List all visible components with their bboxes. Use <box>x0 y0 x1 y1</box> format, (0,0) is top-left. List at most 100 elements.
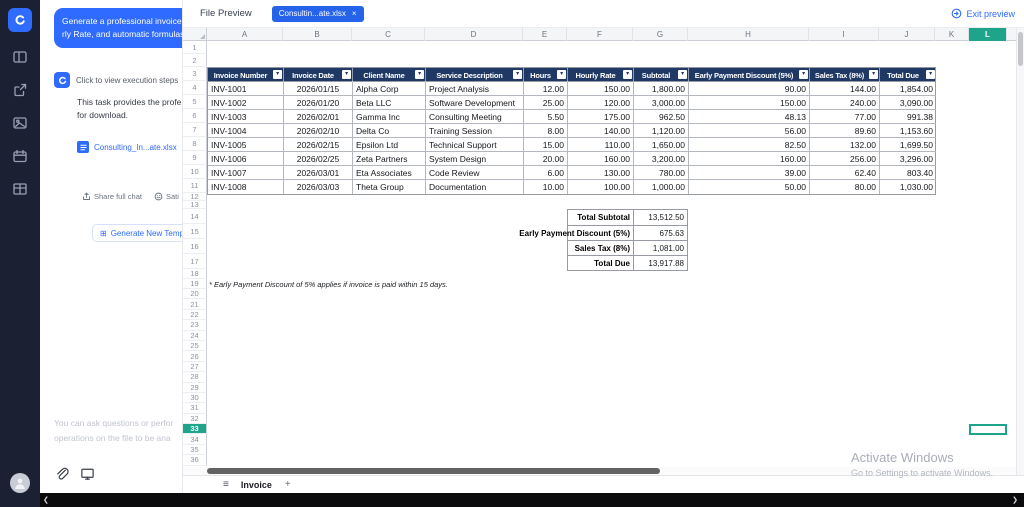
chat-input[interactable]: You can ask questions or perfor operatio… <box>54 416 183 446</box>
user-avatar[interactable] <box>10 473 30 493</box>
row-header-13[interactable]: 13 <box>183 201 207 209</box>
cell[interactable]: 2026/03/03 <box>284 180 353 194</box>
cell[interactable]: 144.00 <box>810 82 880 96</box>
row-header-19[interactable]: 19 <box>183 279 207 289</box>
cell[interactable]: System Design <box>426 152 524 166</box>
cell[interactable]: Project Analysis <box>426 82 524 96</box>
cell[interactable]: 90.00 <box>689 82 810 96</box>
row-header-26[interactable]: 26 <box>183 351 207 361</box>
cell[interactable]: 5.50 <box>524 110 568 124</box>
horizontal-scrollbar-thumb[interactable] <box>207 468 660 474</box>
sheet-list-icon[interactable]: ≡ <box>223 479 229 490</box>
summary-value[interactable]: 675.63 <box>633 226 687 240</box>
row-header-27[interactable]: 27 <box>183 362 207 372</box>
summary-label[interactable]: Total Subtotal <box>568 210 633 225</box>
column-header-cell[interactable]: Hours▾ <box>524 68 568 82</box>
generate-new-template-button[interactable]: ⊞ Generate New Templ <box>92 224 183 242</box>
cell[interactable]: Zeta Partners <box>353 152 426 166</box>
filter-dropdown-icon[interactable]: ▾ <box>678 70 687 79</box>
cell[interactable]: Technical Support <box>426 138 524 152</box>
cell[interactable]: INV-1008 <box>208 180 284 194</box>
cell[interactable]: 1,854.00 <box>880 82 936 96</box>
cell[interactable]: 77.00 <box>810 110 880 124</box>
row-header-24[interactable]: 24 <box>183 331 207 341</box>
cell[interactable]: 2026/02/25 <box>284 152 353 166</box>
row-header-21[interactable]: 21 <box>183 299 207 309</box>
cell[interactable]: 1,800.00 <box>634 82 689 96</box>
cell[interactable]: 50.00 <box>689 180 810 194</box>
add-sheet-icon[interactable]: + <box>285 479 291 490</box>
cell[interactable]: 3,090.00 <box>880 96 936 110</box>
cell[interactable]: Epsilon Ltd <box>353 138 426 152</box>
filter-dropdown-icon[interactable]: ▾ <box>273 70 282 79</box>
cell[interactable]: 6.00 <box>524 166 568 180</box>
row-header-6[interactable]: 6 <box>183 109 207 123</box>
row-header-1[interactable]: 1 <box>183 41 207 54</box>
cell[interactable]: 3,200.00 <box>634 152 689 166</box>
cell[interactable]: 20.00 <box>524 152 568 166</box>
table-icon[interactable] <box>12 181 28 197</box>
cell[interactable]: 160.00 <box>568 152 634 166</box>
row-header-7[interactable]: 7 <box>183 123 207 137</box>
row-header-30[interactable]: 30 <box>183 393 207 403</box>
cell[interactable]: 130.00 <box>568 166 634 180</box>
cell[interactable]: Beta LLC <box>353 96 426 110</box>
cell[interactable]: Training Session <box>426 124 524 138</box>
column-header-cell[interactable]: Invoice Number▾ <box>208 68 284 82</box>
cell[interactable]: 1,120.00 <box>634 124 689 138</box>
summary-value[interactable]: 1,081.00 <box>633 241 687 255</box>
column-header-E[interactable]: E <box>523 28 567 41</box>
filter-dropdown-icon[interactable]: ▾ <box>557 70 566 79</box>
column-header-cell[interactable]: Subtotal▾ <box>634 68 689 82</box>
cell[interactable]: 62.40 <box>810 166 880 180</box>
cell[interactable]: 780.00 <box>634 166 689 180</box>
cell[interactable]: Delta Co <box>353 124 426 138</box>
filter-dropdown-icon[interactable]: ▾ <box>869 70 878 79</box>
column-header-G[interactable]: G <box>633 28 688 41</box>
summary-value[interactable]: 13,917.88 <box>633 256 687 270</box>
cell[interactable]: 150.00 <box>689 96 810 110</box>
export-icon[interactable] <box>12 82 28 98</box>
filter-dropdown-icon[interactable]: ▾ <box>342 70 351 79</box>
column-header-J[interactable]: J <box>879 28 935 41</box>
row-header-5[interactable]: 5 <box>183 95 207 109</box>
cell[interactable]: 82.50 <box>689 138 810 152</box>
filter-dropdown-icon[interactable]: ▾ <box>415 70 424 79</box>
row-header-34[interactable]: 34 <box>183 434 207 444</box>
vertical-scrollbar[interactable] <box>1016 28 1024 475</box>
row-header-35[interactable]: 35 <box>183 445 207 455</box>
cell[interactable]: 3,296.00 <box>880 152 936 166</box>
cell[interactable]: Code Review <box>426 166 524 180</box>
cell[interactable]: 2026/02/15 <box>284 138 353 152</box>
panels-icon[interactable] <box>12 49 28 65</box>
cell[interactable]: INV-1003 <box>208 110 284 124</box>
column-header-cell[interactable]: Invoice Date▾ <box>284 68 353 82</box>
cell[interactable]: 39.00 <box>689 166 810 180</box>
cell[interactable]: 110.00 <box>568 138 634 152</box>
sheet-canvas[interactable]: Invoice Number▾Invoice Date▾Client Name▾… <box>207 41 1016 466</box>
column-header-cell[interactable]: Total Due▾ <box>880 68 936 82</box>
cell[interactable]: Consulting Meeting <box>426 110 524 124</box>
cell[interactable]: Eta Associates <box>353 166 426 180</box>
column-header-cell[interactable]: Sales Tax (8%)▾ <box>810 68 880 82</box>
cell[interactable]: 80.00 <box>810 180 880 194</box>
cell[interactable]: 2026/01/20 <box>284 96 353 110</box>
select-all-corner[interactable] <box>183 28 207 41</box>
screen-capture-icon[interactable] <box>80 466 95 481</box>
row-header-33[interactable]: 33 <box>183 424 207 434</box>
share-full-chat-button[interactable]: Share full chat <box>82 192 142 201</box>
cell[interactable]: 3,000.00 <box>634 96 689 110</box>
cell[interactable]: INV-1005 <box>208 138 284 152</box>
cell[interactable]: INV-1006 <box>208 152 284 166</box>
column-header-cell[interactable]: Service Description▾ <box>426 68 524 82</box>
collapse-panel-icon[interactable]: ❮ <box>43 496 49 504</box>
cell[interactable]: INV-1007 <box>208 166 284 180</box>
cell[interactable]: 803.40 <box>880 166 936 180</box>
row-header-36[interactable]: 36 <box>183 455 207 465</box>
column-header-cell[interactable]: Client Name▾ <box>353 68 426 82</box>
row-header-14[interactable]: 14 <box>183 209 207 224</box>
cell[interactable]: 962.50 <box>634 110 689 124</box>
row-header-20[interactable]: 20 <box>183 289 207 299</box>
cell[interactable]: 8.00 <box>524 124 568 138</box>
sheet-tab-invoice[interactable]: Invoice <box>241 480 272 490</box>
